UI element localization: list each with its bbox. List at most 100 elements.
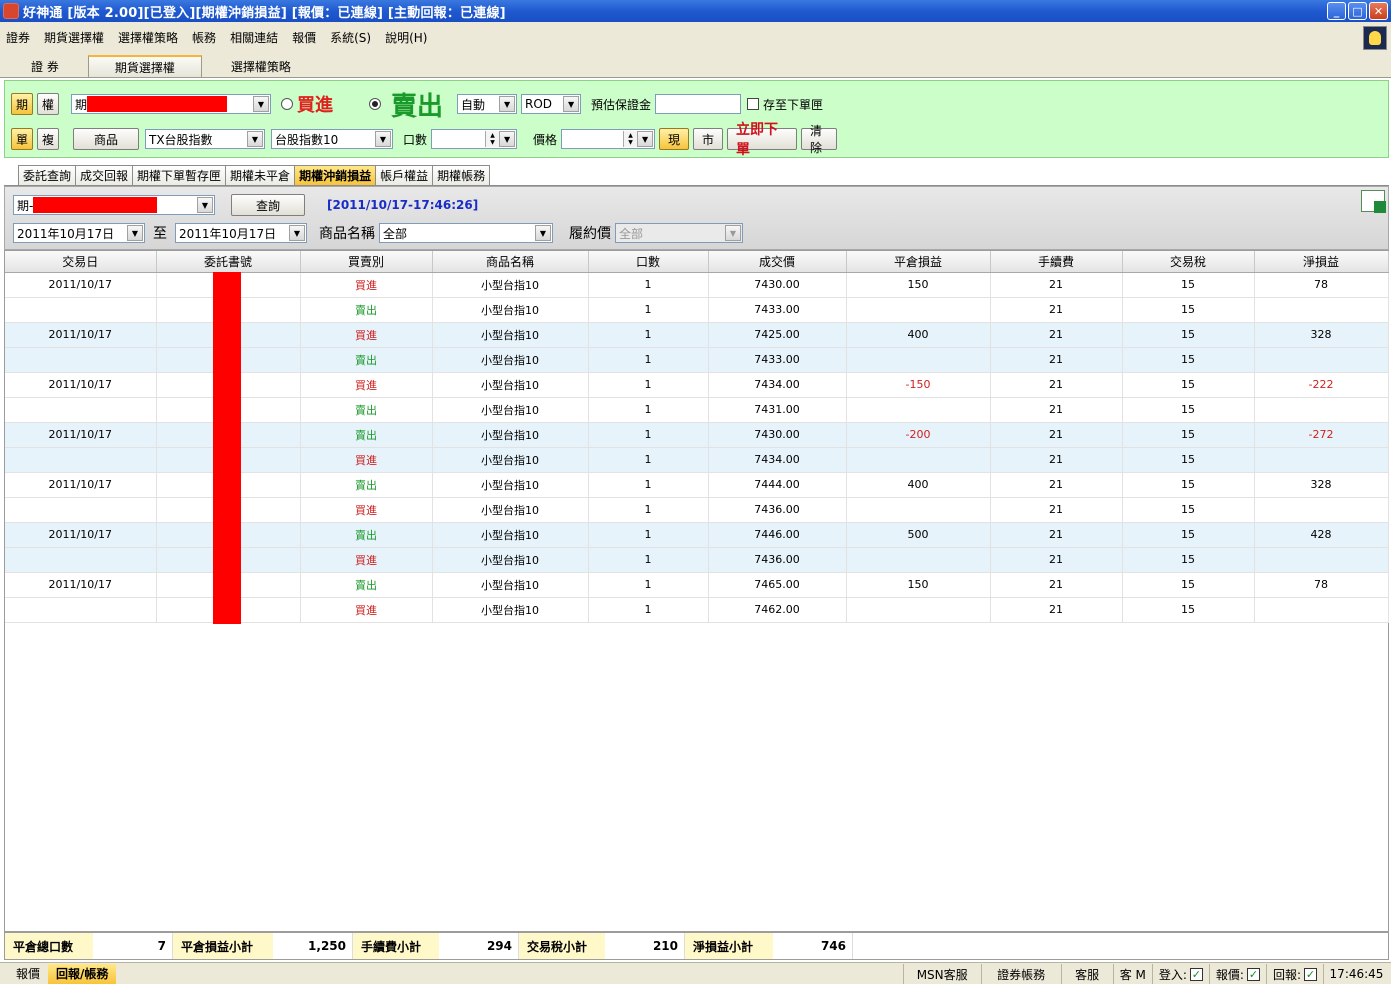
close-icon[interactable]: ✕ <box>1369 2 1388 20</box>
tab-account-equity[interactable]: 帳戶權益 <box>375 165 434 185</box>
tab-order-query[interactable]: 委託查詢 <box>18 165 77 185</box>
order-type-select[interactable]: 自動 ▼ <box>457 94 518 114</box>
price-stepper[interactable]: ▲ ▼ ▼ <box>561 129 656 149</box>
product-name-select[interactable]: 全部 ▼ <box>379 223 553 243</box>
menu-option-strategy[interactable]: 選擇權策略 <box>118 29 178 46</box>
qty-stepper[interactable]: ▲ ▼ ▼ <box>431 129 518 149</box>
menu-quotes[interactable]: 報價 <box>292 29 316 46</box>
product-select[interactable]: TX台股指數 ▼ <box>145 129 265 149</box>
chevron-down-icon[interactable]: ▼ <box>499 96 516 112</box>
col-side[interactable]: 買賣別 <box>300 251 433 273</box>
cell-net <box>1254 347 1389 373</box>
tab-offset-pnl[interactable]: 期權沖銷損益 <box>294 165 377 185</box>
chevron-down-icon[interactable]: ▼ <box>499 131 516 147</box>
col-order-no[interactable]: 委託書號 <box>156 251 301 273</box>
chevron-down-icon[interactable]: ▼ <box>127 225 143 241</box>
col-close-pnl[interactable]: 平倉損益 <box>846 251 991 273</box>
cell-fee: 21 <box>990 397 1123 423</box>
tab-securities[interactable]: 證 券 <box>4 55 86 77</box>
place-order-button[interactable]: 立即下單 <box>727 122 798 158</box>
cell-qty: 1 <box>588 297 709 323</box>
futures-button[interactable]: 期 <box>11 93 33 115</box>
sell-radio[interactable] <box>369 98 381 110</box>
col-trade-date[interactable]: 交易日 <box>5 251 157 273</box>
cell-pnl <box>846 297 991 323</box>
cell-tax: 15 <box>1122 547 1255 573</box>
securities-accounts[interactable]: 證券帳務 <box>980 964 1061 984</box>
cell-product: 小型台指10 <box>432 472 589 498</box>
menu-securities[interactable]: 證券 <box>6 29 30 46</box>
cell-qty: 1 <box>588 497 709 523</box>
customer-service[interactable]: 客服 <box>1060 964 1113 984</box>
tab-order-tray[interactable]: 期權下單暫存匣 <box>132 165 227 185</box>
menu-accounts[interactable]: 帳務 <box>192 29 216 46</box>
clear-button[interactable]: 清除 <box>801 124 838 155</box>
spin-icon[interactable]: ▲ ▼ <box>623 131 638 147</box>
col-tax[interactable]: 交易稅 <box>1122 251 1255 273</box>
cell-fee: 21 <box>990 422 1123 448</box>
contract-select[interactable]: 台股指數10 ▼ <box>271 129 393 149</box>
maximize-icon[interactable]: □ <box>1348 2 1367 20</box>
menu-help[interactable]: 說明(H) <box>385 29 427 46</box>
account-select[interactable]: 期 ▼ <box>71 94 271 114</box>
summary-value-closed-qty: 7 <box>93 933 173 959</box>
cell-side: 賣出 <box>300 422 433 448</box>
menu-futures-options[interactable]: 期貨選擇權 <box>44 29 104 46</box>
date-to-picker[interactable]: 2011年10月17日 ▼ <box>175 223 307 243</box>
cell-date: 2011/10/17 <box>5 272 157 298</box>
market-price-button[interactable]: 市 <box>693 128 724 150</box>
excel-export-icon[interactable] <box>1361 190 1386 213</box>
chevron-down-icon[interactable]: ▼ <box>253 96 269 112</box>
menu-links[interactable]: 相關連結 <box>230 29 278 46</box>
tab-option-accounts[interactable]: 期權帳務 <box>432 165 491 185</box>
chevron-down-icon[interactable]: ▼ <box>247 131 263 147</box>
cell-pnl: 150 <box>846 572 991 598</box>
col-net-pnl[interactable]: 淨損益 <box>1254 251 1389 273</box>
sell-label: 賣出 <box>391 91 444 122</box>
chevron-down-icon[interactable]: ▼ <box>289 225 305 241</box>
minimize-icon[interactable]: _ <box>1327 2 1346 20</box>
single-button[interactable]: 單 <box>11 128 33 150</box>
product-name-value: 全部 <box>383 226 408 241</box>
customer-service-2[interactable]: 客 M <box>1112 964 1152 984</box>
chevron-down-icon[interactable]: ▼ <box>563 96 580 112</box>
cell-price: 7433.00 <box>708 347 847 373</box>
save-to-tray-checkbox[interactable] <box>747 98 760 110</box>
col-price[interactable]: 成交價 <box>708 251 847 273</box>
cell-net <box>1254 397 1389 423</box>
options-button[interactable]: 權 <box>37 93 59 115</box>
query-account-select[interactable]: 期- ▼ <box>13 195 215 215</box>
lightbulb-icon[interactable] <box>1363 26 1387 50</box>
order-panel: 期 權 期 ▼ 買進 賣出 自動 ▼ ROD ▼ 預估保證金 存至下單匣 單 複… <box>4 80 1389 158</box>
status-tab-reports[interactable]: 回報/帳務 <box>48 963 117 984</box>
tif-select[interactable]: ROD ▼ <box>521 94 582 114</box>
multi-button[interactable]: 複 <box>37 128 59 150</box>
date-from-picker[interactable]: 2011年10月17日 ▼ <box>13 223 145 243</box>
chevron-down-icon[interactable]: ▼ <box>197 197 213 213</box>
cell-tax: 15 <box>1122 522 1255 548</box>
status-tab-quotes[interactable]: 報價 <box>0 964 48 984</box>
col-qty[interactable]: 口數 <box>588 251 709 273</box>
tab-open-positions[interactable]: 期權未平倉 <box>225 165 296 185</box>
query-timestamp: [2011/10/17-17:46:26] <box>327 198 479 212</box>
current-price-button[interactable]: 現 <box>659 128 690 150</box>
tab-option-strategy[interactable]: 選擇權策略 <box>204 55 318 77</box>
spin-icon[interactable]: ▲ ▼ <box>485 131 500 147</box>
strike-select[interactable]: 全部 ▼ <box>615 223 743 243</box>
query-button[interactable]: 查詢 <box>231 194 305 216</box>
product-button[interactable]: 商品 <box>73 128 139 150</box>
col-fee[interactable]: 手續費 <box>990 251 1123 273</box>
chevron-down-icon[interactable]: ▼ <box>725 225 741 241</box>
cell-side: 買進 <box>300 597 433 623</box>
col-product[interactable]: 商品名稱 <box>432 251 589 273</box>
buy-radio[interactable] <box>281 98 293 110</box>
chevron-down-icon[interactable]: ▼ <box>375 131 391 147</box>
chevron-down-icon[interactable]: ▼ <box>535 225 551 241</box>
tab-futures-options[interactable]: 期貨選擇權 <box>87 55 202 77</box>
menu-system[interactable]: 系統(S) <box>330 29 371 46</box>
chevron-down-icon[interactable]: ▼ <box>637 131 654 147</box>
redacted-order-numbers <box>213 272 241 624</box>
tab-fill-report[interactable]: 成交回報 <box>75 165 134 185</box>
msn-support[interactable]: MSN客服 <box>902 964 981 984</box>
pnl-table: 交易日 委託書號 買賣別 商品名稱 口數 成交價 平倉損益 手續費 交易稅 淨損… <box>4 250 1389 932</box>
